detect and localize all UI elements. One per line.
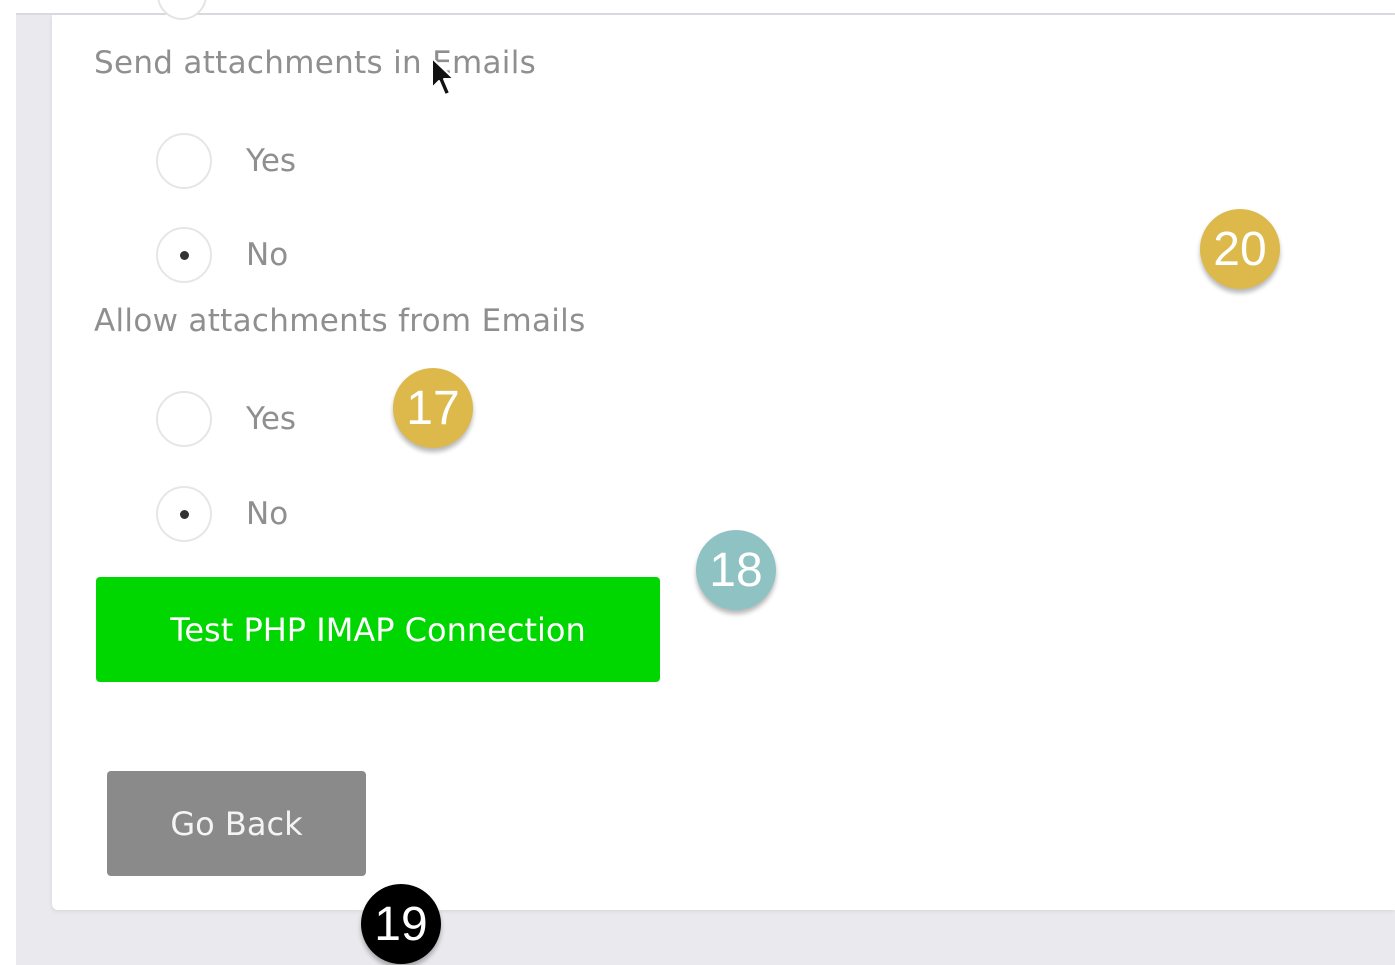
- send-attachments-no-option[interactable]: No: [156, 227, 288, 283]
- send-attachments-yes-label: Yes: [246, 143, 297, 179]
- send-attachments-no-radio[interactable]: [156, 227, 212, 283]
- allow-attachments-no-radio[interactable]: [156, 486, 212, 542]
- send-attachments-yes-option[interactable]: Yes: [156, 133, 296, 189]
- mouse-pointer-icon: [431, 57, 455, 96]
- allow-attachments-yes-label: Yes: [246, 401, 297, 437]
- annotation-badge-20: 20: [1200, 209, 1280, 289]
- annotation-badge-17: 17: [393, 368, 473, 448]
- allow-attachments-yes-radio[interactable]: [156, 391, 212, 447]
- allow-attachments-no-label: No: [246, 496, 289, 532]
- annotation-badge-19: 19: [361, 884, 441, 964]
- allow-attachments-yes-option[interactable]: Yes: [156, 391, 296, 447]
- send-attachments-yes-radio[interactable]: [156, 133, 212, 189]
- go-back-button[interactable]: Go Back: [107, 771, 366, 876]
- allow-attachments-question: Allow attachments from Emails: [94, 303, 586, 339]
- annotation-badge-18: 18: [696, 530, 776, 610]
- send-attachments-no-label: No: [246, 237, 289, 273]
- allow-attachments-no-option[interactable]: No: [156, 486, 288, 542]
- test-imap-connection-button[interactable]: Test PHP IMAP Connection: [96, 577, 660, 682]
- send-attachments-question: Send attachments in Emails: [94, 45, 537, 81]
